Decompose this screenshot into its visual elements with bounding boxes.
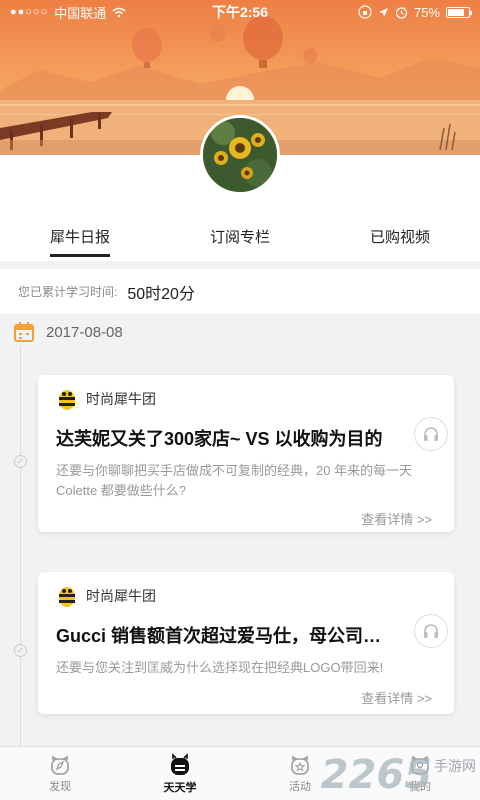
headphones-icon[interactable] <box>414 417 448 451</box>
nav-discover[interactable]: 发现 <box>0 747 120 800</box>
nav-daily-study[interactable]: 天天学 <box>120 747 240 800</box>
tab-daily[interactable]: 犀牛日报 <box>0 215 160 261</box>
lock-rotation-icon <box>358 5 372 19</box>
study-time-row: 您已累计学习时间: 50时20分 <box>0 269 480 314</box>
avatar[interactable] <box>200 115 280 195</box>
card-author: 时尚犀牛团 <box>86 588 156 604</box>
timeline-date: 2017-08-08 <box>46 323 123 341</box>
article-card[interactable]: 时尚犀牛团 达芙妮又关了300家店~ VS 以收购为目的 还要与你聊聊把买手店做… <box>38 375 454 532</box>
location-icon <box>378 7 388 17</box>
timeline-node-check-icon: ✓ <box>14 455 27 468</box>
tab-purchased-videos[interactable]: 已购视频 <box>320 215 480 261</box>
headphones-icon[interactable] <box>414 614 448 648</box>
nav-label: 活动 <box>289 780 311 793</box>
card-title[interactable]: Gucci 销售额首次超过爱马仕，母公司开云 <box>56 622 396 648</box>
alarm-icon <box>395 6 408 19</box>
nav-label: 发现 <box>49 780 71 793</box>
tab-subscriptions[interactable]: 订阅专栏 <box>160 215 320 261</box>
study-icon <box>171 752 189 775</box>
study-time-value: 50时20分 <box>127 285 195 303</box>
battery-icon <box>446 6 472 18</box>
carrier-name: 中国联通 <box>54 5 107 21</box>
content-tabs: 犀牛日报 订阅专栏 已购视频 <box>0 215 480 261</box>
signal-strength: ●●○○○ <box>10 6 49 18</box>
watermark-number: 2265 <box>320 752 432 798</box>
study-time-label: 您已累计学习时间: <box>18 285 118 299</box>
view-details-link[interactable]: 查看详情 >> <box>361 509 432 528</box>
card-title[interactable]: 达芙妮又关了300家店~ VS 以收购为目的 <box>56 425 396 451</box>
activity-icon <box>291 755 309 775</box>
site-watermark: 2265 手游网 <box>321 752 476 798</box>
timeline-date-row: 2017-08-08 <box>14 322 123 342</box>
article-card[interactable]: 时尚犀牛团 Gucci 销售额首次超过爱马仕，母公司开云 还要与您关注到匡威为什… <box>38 572 454 714</box>
timeline-node-check-icon: ✓ <box>14 644 27 657</box>
wifi-icon <box>112 7 126 17</box>
nav-label: 天天学 <box>163 781 197 794</box>
card-author: 时尚犀牛团 <box>86 391 156 407</box>
card-description: 还要与您关注到匡威为什么选择现在把经典LOGO带回来! <box>56 660 384 675</box>
bee-mascot-icon <box>59 390 75 410</box>
timeline-line <box>20 346 21 746</box>
watermark-text: 手游网 <box>434 758 476 774</box>
bee-mascot-icon <box>59 587 75 607</box>
sunflower-avatar-image <box>203 118 277 192</box>
calendar-icon <box>14 322 34 342</box>
battery-percent: 75% <box>413 4 440 20</box>
status-bar: ●●○○○ 中国联通 下午2:56 75% <box>0 0 480 24</box>
view-details-link[interactable]: 查看详情 >> <box>361 688 432 707</box>
card-description: 还要与你聊聊把买手店做成不可复制的经典，20 年来的每一天 Colette 都要… <box>56 463 413 498</box>
discover-icon <box>51 755 69 775</box>
